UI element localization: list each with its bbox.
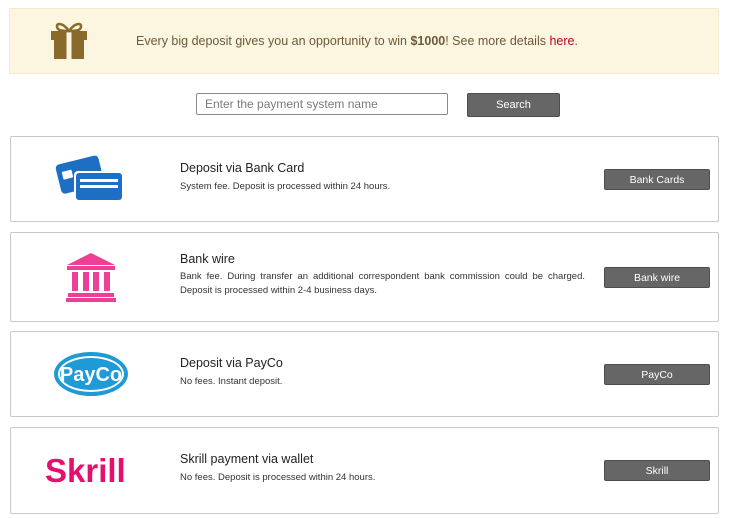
method-title: Deposit via Bank Card bbox=[180, 161, 305, 175]
bank-wire-button[interactable]: Bank wire bbox=[604, 267, 710, 288]
method-description: No fees. Deposit is processed within 24 … bbox=[180, 472, 376, 483]
promo-banner: Every big deposit gives you an opportuni… bbox=[9, 8, 719, 74]
method-description: System fee. Deposit is processed within … bbox=[180, 181, 391, 192]
payco-logo: PayCo bbox=[54, 352, 128, 396]
bank-card-icon bbox=[55, 155, 124, 202]
payment-method-bank-card: Deposit via Bank Card System fee. Deposi… bbox=[10, 136, 719, 222]
payment-method-payco: PayCo Deposit via PayCo No fees. Instant… bbox=[10, 331, 719, 417]
payment-method-skrill: Skrill Skrill payment via wallet No fees… bbox=[10, 427, 719, 514]
skrill-button[interactable]: Skrill bbox=[604, 460, 710, 481]
method-title: Deposit via PayCo bbox=[180, 356, 283, 370]
bank-cards-button[interactable]: Bank Cards bbox=[604, 169, 710, 190]
payment-system-search-input[interactable] bbox=[196, 93, 448, 115]
bank-building-icon bbox=[66, 253, 116, 302]
gift-icon bbox=[51, 22, 87, 59]
method-description: Bank fee. During transfer an additional … bbox=[180, 271, 585, 296]
svg-text:Skrill: Skrill bbox=[45, 452, 126, 489]
method-description: No fees. Instant deposit. bbox=[180, 376, 283, 387]
promo-text: Every big deposit gives you an opportuni… bbox=[136, 34, 578, 48]
payment-method-bank-wire: Bank wire Bank fee. During transfer an a… bbox=[10, 232, 719, 322]
skrill-logo: Skrill bbox=[45, 452, 126, 489]
method-title: Skrill payment via wallet bbox=[180, 452, 314, 466]
promo-amount: $1000 bbox=[410, 34, 446, 48]
promo-details-link[interactable]: here bbox=[549, 34, 574, 48]
method-title: Bank wire bbox=[180, 252, 235, 266]
search-button[interactable]: Search bbox=[467, 93, 560, 117]
payco-button[interactable]: PayCo bbox=[604, 364, 710, 385]
svg-text:PayCo: PayCo bbox=[60, 364, 122, 386]
